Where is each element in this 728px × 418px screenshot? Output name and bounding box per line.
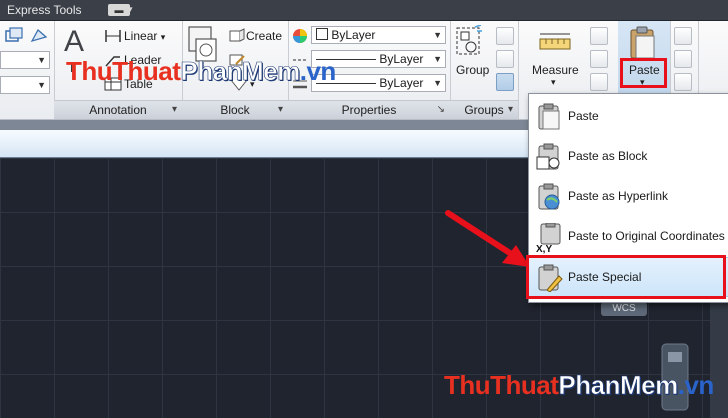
layer-combo-1[interactable]: ▼ xyxy=(0,51,50,69)
layer-state-icon[interactable] xyxy=(4,27,24,45)
annotation-title: Annotation xyxy=(89,103,147,117)
panel-title-properties[interactable]: Properties ↘ xyxy=(288,100,450,119)
menu-item-paste-as-block[interactable]: Paste as Block xyxy=(529,137,728,177)
coords-badge: X,Y xyxy=(536,244,553,255)
quick-select-icon[interactable] xyxy=(590,27,608,45)
chevron-down-icon: ▾ xyxy=(171,104,177,115)
lineweight-value: ByLayer xyxy=(379,76,424,90)
pointer-arrow-icon xyxy=(445,210,530,267)
create-button[interactable]: Create xyxy=(246,29,282,43)
color-wheel-icon[interactable] xyxy=(291,27,309,45)
watermark-part3: .vn xyxy=(299,56,337,86)
group-edit-icon[interactable] xyxy=(496,50,514,68)
paste-highlight-box xyxy=(620,58,667,88)
block-title: Block xyxy=(220,103,250,117)
calculator-icon[interactable] xyxy=(590,73,608,91)
color-value: ByLayer xyxy=(331,28,376,42)
layer-combo-2[interactable]: ▼ xyxy=(0,76,50,94)
clipboard-icon xyxy=(538,103,560,130)
watermark-part1: ThuThuat xyxy=(66,56,181,86)
cut-icon[interactable] xyxy=(674,27,692,45)
menu-item-label: Paste as Hyperlink xyxy=(568,189,669,203)
menu-item-paste-to-original-coordinates[interactable]: X,Y Paste to Original Coordinates xyxy=(529,217,728,257)
chevron-down-icon[interactable]: ▾ xyxy=(128,4,133,15)
linear-button[interactable]: Linear ▾ xyxy=(124,29,165,43)
color-swatch xyxy=(316,28,328,40)
measure-button[interactable]: Measure xyxy=(532,63,579,77)
menu-item-paste[interactable]: Paste xyxy=(529,97,728,137)
panel-groups: Group Groups ▾ xyxy=(450,21,519,119)
menu-item-label: Paste xyxy=(568,109,599,123)
watermark-top: ThuThuatPhanMem.vn xyxy=(66,56,336,87)
watermark-part3: .vn xyxy=(677,370,715,400)
match-properties-icon[interactable] xyxy=(674,73,692,91)
tab-express-tools[interactable]: Express Tools xyxy=(7,3,81,17)
paste-special-highlight-box xyxy=(526,255,726,299)
panel-title-annotation[interactable]: Annotation ▾ xyxy=(54,100,182,119)
panel-title-block[interactable]: Block ▾ xyxy=(182,100,288,119)
chevron-down-icon[interactable]: ▾ xyxy=(551,77,556,88)
groups-title: Groups xyxy=(464,103,504,117)
group-icon[interactable] xyxy=(455,25,483,65)
menu-item-label: Paste as Block xyxy=(568,149,648,163)
ribbon-tab-strip: Express Tools ▬ ▾ xyxy=(0,0,728,21)
linear-label: Linear xyxy=(124,29,158,43)
linear-dimension-icon xyxy=(105,30,121,42)
group-button[interactable]: Group xyxy=(456,63,489,77)
chevron-down-icon: ▾ xyxy=(277,104,283,115)
watermark-part2: PhanMem xyxy=(558,370,678,401)
wcs-menu[interactable]: WCS xyxy=(601,302,647,316)
watermark-bottom: ThuThuatPhanMem.vn xyxy=(444,370,714,401)
panel-title-groups[interactable]: Groups ▾ xyxy=(450,100,518,119)
watermark-part1: ThuThuat xyxy=(444,370,559,400)
linetype-value: ByLayer xyxy=(379,52,424,66)
clipboard-hyperlink-icon xyxy=(538,183,560,210)
color-combo[interactable]: ByLayer ▼ xyxy=(311,26,446,44)
panel-launcher-icon[interactable]: ↘ xyxy=(437,101,445,119)
watermark-part2: PhanMem xyxy=(180,56,300,87)
group-selection-icon[interactable] xyxy=(496,73,514,91)
panel-draw-partial: ▼ ▼ xyxy=(0,21,55,119)
menu-item-label: Paste to Original Coordinates xyxy=(568,229,725,243)
clipboard-icon xyxy=(630,26,655,59)
copy-icon[interactable] xyxy=(674,50,692,68)
chevron-down-icon: ▾ xyxy=(507,104,513,115)
ribbon-minimize-button[interactable]: ▬ xyxy=(108,4,130,16)
clipboard-block-icon xyxy=(536,143,560,170)
menu-item-paste-as-hyperlink[interactable]: Paste as Hyperlink xyxy=(529,177,728,217)
create-block-icon xyxy=(229,28,245,42)
text-tool-icon[interactable]: A xyxy=(64,25,84,59)
point-id-icon[interactable] xyxy=(590,50,608,68)
properties-title: Properties xyxy=(341,103,397,117)
measure-icon xyxy=(539,33,571,50)
ungroup-icon[interactable] xyxy=(496,27,514,45)
layer-freeze-icon[interactable] xyxy=(29,27,49,45)
